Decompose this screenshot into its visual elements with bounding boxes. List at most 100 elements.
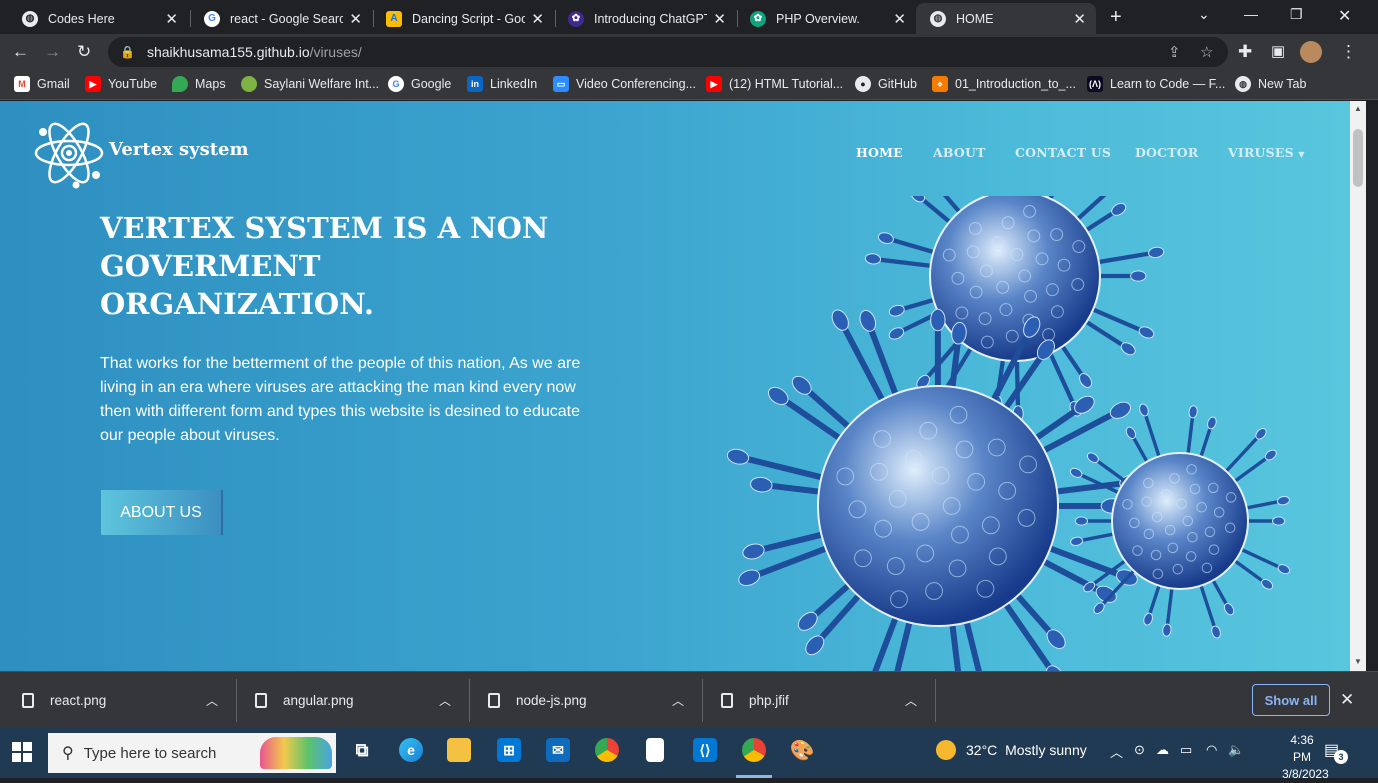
chrome-profile-icon[interactable] bbox=[742, 738, 766, 762]
bookmark-html-tutorial[interactable]: ▶(12) HTML Tutorial... bbox=[706, 76, 843, 92]
youtube-icon: ▶ bbox=[706, 76, 722, 92]
chevron-up-icon[interactable]: ︿ bbox=[439, 692, 451, 709]
bookmark-google[interactable]: GGoogle bbox=[388, 76, 451, 92]
close-icon[interactable]: ✕ bbox=[349, 10, 362, 28]
chrome-icon[interactable] bbox=[595, 738, 619, 762]
tab-title: Codes Here bbox=[48, 12, 159, 26]
bookmark-new-tab[interactable]: ◍New Tab bbox=[1235, 76, 1306, 92]
wifi-icon[interactable]: ◠ bbox=[1206, 742, 1217, 758]
weather-widget[interactable]: 32°C Mostly sunny bbox=[936, 740, 1087, 760]
system-clock[interactable]: 4:36 PM 3/8/2023 bbox=[1282, 732, 1322, 783]
forward-icon[interactable]: → bbox=[44, 42, 61, 62]
download-item-angular[interactable]: angular.png ︿ bbox=[255, 672, 469, 729]
clock-date: 3/8/2023 bbox=[1282, 766, 1322, 783]
bookmark-maps[interactable]: Maps bbox=[172, 76, 226, 92]
bookmark-github[interactable]: ●GitHub bbox=[855, 76, 917, 92]
download-item-node-js[interactable]: node-js.png ︿ bbox=[488, 672, 702, 729]
mail-icon[interactable]: ✉ bbox=[546, 738, 570, 762]
close-icon[interactable]: ✕ bbox=[893, 10, 906, 28]
scroll-down-icon[interactable]: ▼ bbox=[1354, 657, 1362, 666]
nav-viruses[interactable]: VIRUSES ▼ bbox=[1228, 145, 1305, 160]
chevron-up-icon[interactable]: ︿ bbox=[206, 692, 218, 709]
linkedin-icon: in bbox=[467, 76, 483, 92]
atom-logo-icon[interactable] bbox=[34, 117, 104, 189]
bookmark-star-icon[interactable]: ☆ bbox=[1200, 43, 1213, 61]
edge-icon[interactable]: e bbox=[399, 738, 423, 762]
volume-icon[interactable]: 🔈 bbox=[1228, 742, 1244, 758]
search-placeholder: Type here to search bbox=[84, 745, 217, 762]
close-window-button[interactable]: ✕ bbox=[1338, 6, 1351, 26]
windows-start-icon[interactable] bbox=[12, 742, 32, 762]
scroll-up-icon[interactable]: ▲ bbox=[1354, 104, 1362, 113]
chevron-up-icon[interactable]: ︿ bbox=[1110, 742, 1123, 761]
bookmark-label: Saylani Welfare Int... bbox=[264, 77, 379, 91]
zoom-icon: ▭ bbox=[553, 76, 569, 92]
notification-center-icon[interactable]: ▤3 bbox=[1324, 740, 1339, 760]
restore-button[interactable]: ❐ bbox=[1290, 6, 1303, 23]
close-icon[interactable]: ✕ bbox=[713, 10, 726, 28]
download-item-php[interactable]: php.jfif ︿ bbox=[721, 672, 935, 729]
new-tab-button[interactable]: + bbox=[1110, 6, 1122, 29]
bookmark-freecodecamp[interactable]: (Λ)Learn to Code — F... bbox=[1087, 76, 1225, 92]
page-scrollbar[interactable]: ▲ ▼ bbox=[1350, 101, 1366, 671]
nav-about[interactable]: ABOUT bbox=[933, 145, 986, 160]
show-all-button[interactable]: Show all bbox=[1252, 684, 1330, 716]
share-icon[interactable]: ⇪ bbox=[1168, 43, 1181, 61]
tab-title: Dancing Script - Goog bbox=[412, 12, 525, 26]
file-explorer-icon[interactable] bbox=[447, 738, 471, 762]
download-filename: node-js.png bbox=[516, 693, 587, 708]
paint-icon[interactable]: 🎨 bbox=[790, 738, 814, 762]
openai-icon: ✿ bbox=[568, 11, 584, 27]
chevron-up-icon[interactable]: ︿ bbox=[905, 692, 917, 709]
minimize-button[interactable]: — bbox=[1244, 6, 1258, 22]
bookmark-linkedin[interactable]: inLinkedIn bbox=[467, 76, 537, 92]
document-icon[interactable] bbox=[646, 738, 664, 762]
close-icon[interactable]: ✕ bbox=[531, 10, 544, 28]
tab-search-icon[interactable]: ⌄ bbox=[1198, 6, 1210, 23]
menu-icon[interactable]: ⋮ bbox=[1340, 42, 1357, 62]
vscode-icon[interactable]: ⟨⟩ bbox=[693, 738, 717, 762]
nav-doctor[interactable]: DOCTOR bbox=[1135, 145, 1198, 160]
extensions-icon[interactable]: ✚ bbox=[1238, 42, 1252, 62]
close-icon[interactable]: ✕ bbox=[1073, 10, 1086, 28]
bookmark-youtube[interactable]: ▶YouTube bbox=[85, 76, 157, 92]
download-divider bbox=[236, 679, 237, 722]
close-icon[interactable]: ✕ bbox=[1340, 690, 1354, 710]
url-host: shaikhusama155.github.io bbox=[147, 44, 310, 60]
address-bar[interactable]: 🔒 shaikhusama155.github.io/viruses/ ⇪ ☆ bbox=[108, 37, 1228, 67]
store-icon[interactable]: ⊞ bbox=[497, 738, 521, 762]
tab-codes-here[interactable]: ◍ Codes Here ✕ bbox=[8, 3, 188, 34]
download-filename: react.png bbox=[50, 693, 106, 708]
bookmark-video-conferencing[interactable]: ▭Video Conferencing... bbox=[553, 76, 696, 92]
side-panel-icon[interactable]: ▣ bbox=[1271, 42, 1285, 62]
reload-icon[interactable]: ↻ bbox=[77, 42, 91, 62]
tab-chatgpt[interactable]: ✿ Introducing ChatGPT ✕ bbox=[554, 3, 736, 34]
tab-home[interactable]: ◍ HOME ✕ bbox=[916, 3, 1096, 34]
brand-name[interactable]: Vertex system bbox=[109, 139, 249, 160]
nav-home[interactable]: HOME bbox=[856, 145, 903, 160]
bookmark-saylani[interactable]: Saylani Welfare Int... bbox=[241, 76, 379, 92]
profile-avatar[interactable] bbox=[1300, 41, 1322, 63]
task-view-icon[interactable]: ⧉ bbox=[350, 738, 374, 762]
close-icon[interactable]: ✕ bbox=[165, 10, 178, 28]
battery-icon[interactable]: ▭ bbox=[1180, 742, 1192, 758]
scroll-thumb[interactable] bbox=[1353, 129, 1363, 187]
tab-php-overview[interactable]: ✿ PHP Overview. ✕ bbox=[736, 3, 916, 34]
taskbar-search[interactable]: ⚲ Type here to search bbox=[48, 733, 336, 773]
bookmark-gmail[interactable]: MGmail bbox=[14, 76, 70, 92]
tab-dancing-script[interactable]: A Dancing Script - Goog ✕ bbox=[372, 3, 554, 34]
youtube-icon: ▶ bbox=[85, 76, 101, 92]
download-item-react[interactable]: react.png ︿ bbox=[22, 672, 236, 729]
download-filename: angular.png bbox=[283, 693, 354, 708]
nav-contact-us[interactable]: CONTACT US bbox=[1015, 145, 1111, 160]
bookmark-label: Learn to Code — F... bbox=[1110, 77, 1225, 91]
chevron-up-icon[interactable]: ︿ bbox=[672, 692, 684, 709]
tab-react-search[interactable]: G react - Google Search ✕ bbox=[190, 3, 372, 34]
meet-now-icon[interactable]: ⊙ bbox=[1134, 742, 1145, 758]
onedrive-icon[interactable]: ☁ bbox=[1156, 742, 1169, 758]
bookmark-label: Gmail bbox=[37, 77, 70, 91]
back-icon[interactable]: ← bbox=[12, 42, 29, 62]
about-us-button[interactable]: ABOUT US bbox=[101, 490, 223, 535]
bookmark-introduction[interactable]: ⋄01_Introduction_to_... bbox=[932, 76, 1076, 92]
browser-toolbar: ← → ↻ 🔒 shaikhusama155.github.io/viruses… bbox=[0, 34, 1378, 70]
